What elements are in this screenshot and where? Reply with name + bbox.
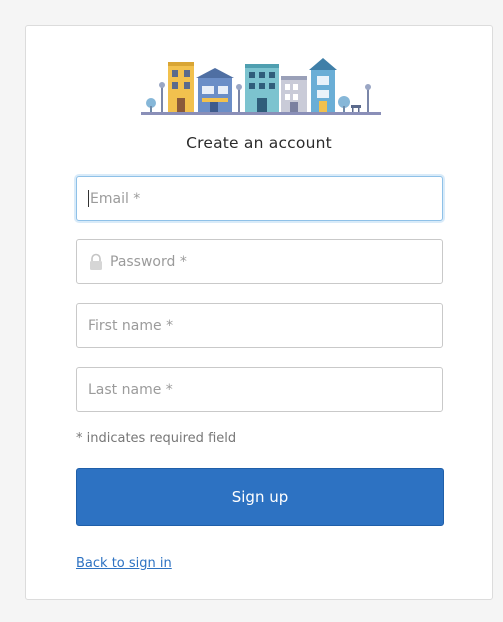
sign-up-button[interactable]: Sign up xyxy=(76,468,444,526)
required-field-hint: * indicates required field xyxy=(76,431,237,446)
last-name-field[interactable] xyxy=(76,367,443,412)
town-logo-icon xyxy=(141,58,381,115)
page-title: Create an account xyxy=(186,134,332,152)
first-name-field[interactable] xyxy=(76,303,443,348)
last-name-input[interactable] xyxy=(88,381,442,398)
password-input[interactable] xyxy=(110,253,442,270)
back-to-sign-in-link[interactable]: Back to sign in xyxy=(76,556,172,571)
first-name-input[interactable] xyxy=(88,317,442,334)
email-field[interactable] xyxy=(76,176,443,221)
signup-card: Create an account * indicates required f… xyxy=(25,25,493,600)
email-input[interactable] xyxy=(90,190,442,207)
text-caret xyxy=(88,190,89,207)
password-field[interactable] xyxy=(76,239,443,284)
lock-icon xyxy=(90,253,102,270)
